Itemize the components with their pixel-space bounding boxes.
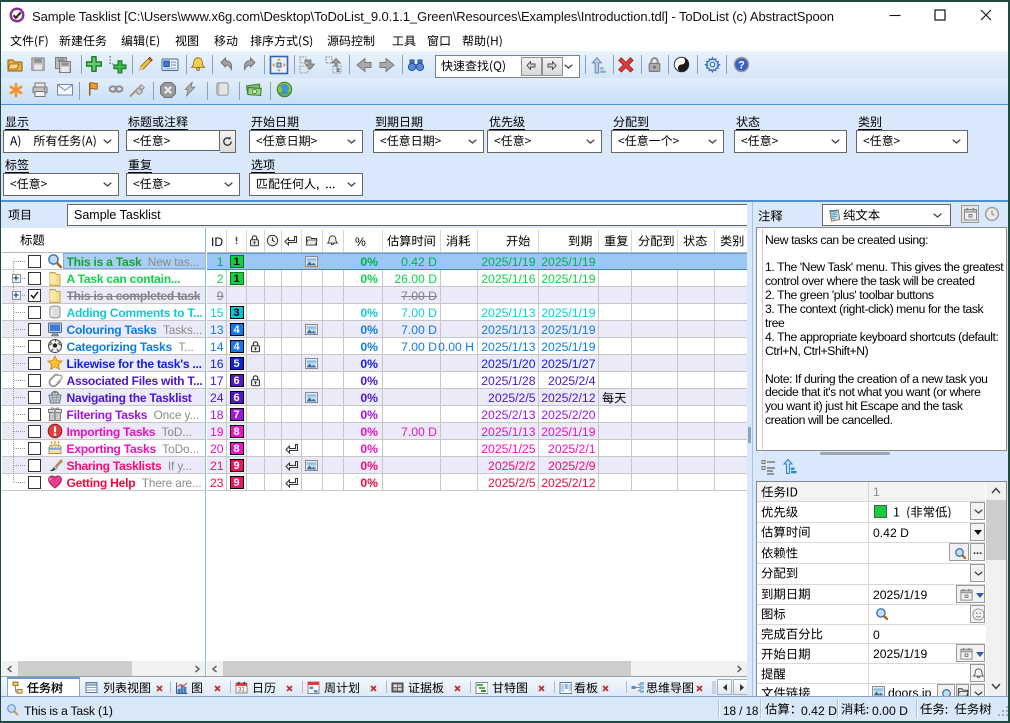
svg-text:31: 31: [238, 688, 245, 694]
svg-text:?: ?: [738, 59, 745, 71]
